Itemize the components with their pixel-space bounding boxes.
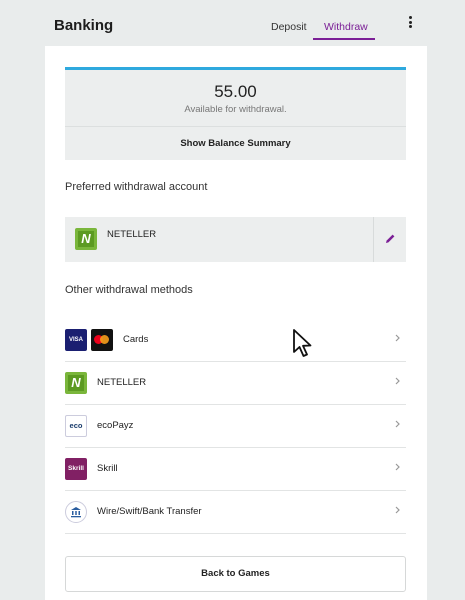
balance-caption: Available for withdrawal. <box>184 104 287 115</box>
neteller-logo: N <box>75 228 97 250</box>
page-title: Banking <box>54 17 114 34</box>
balance-card: 55.00 Available for withdrawal. Show Bal… <box>65 67 406 160</box>
ecopayz-logo: eco <box>65 415 87 437</box>
method-label: NETELLER <box>97 377 147 388</box>
preferred-account-name: NETELLER <box>107 229 157 240</box>
preferred-account-card[interactable]: N NETELLER <box>65 217 406 262</box>
app-header: Banking Deposit Withdraw <box>0 0 465 46</box>
chevron-right-icon <box>395 334 400 342</box>
skrill-logo: Skrill <box>65 458 87 480</box>
method-label: Cards <box>123 334 149 345</box>
chevron-right-icon <box>395 377 400 385</box>
mastercard-logo <box>91 329 113 351</box>
pencil-icon <box>386 234 395 243</box>
edit-preferred-account-button[interactable] <box>373 217 406 262</box>
other-methods-heading: Other withdrawal methods <box>65 284 193 296</box>
method-ecopayz[interactable]: eco ecoPayz <box>65 405 406 448</box>
method-skrill[interactable]: Skrill Skrill <box>65 448 406 491</box>
bank-icon <box>65 501 87 523</box>
back-to-games-button[interactable]: Back to Games <box>65 556 406 592</box>
preferred-account-heading: Preferred withdrawal account <box>65 181 208 193</box>
method-bank-transfer[interactable]: Wire/Swift/Bank Transfer <box>65 491 406 534</box>
tab-withdraw[interactable]: Withdraw <box>324 21 368 33</box>
chevron-right-icon <box>395 506 400 514</box>
neteller-logo: N <box>65 372 87 394</box>
chevron-right-icon <box>395 420 400 428</box>
method-label: ecoPayz <box>97 420 134 431</box>
balance-amount: 55.00 <box>214 82 257 101</box>
tab-deposit[interactable]: Deposit <box>271 21 307 33</box>
active-tab-indicator <box>313 38 375 40</box>
more-vertical-icon[interactable] <box>404 16 416 32</box>
method-cards[interactable]: VISA Cards <box>65 319 406 362</box>
chevron-right-icon <box>395 463 400 471</box>
method-neteller[interactable]: N NETELLER <box>65 362 406 405</box>
show-balance-summary-button[interactable]: Show Balance Summary <box>65 127 406 160</box>
mouse-pointer-icon <box>293 329 312 357</box>
method-label: Skrill <box>97 463 118 474</box>
method-label: Wire/Swift/Bank Transfer <box>97 506 202 517</box>
visa-logo: VISA <box>65 329 87 351</box>
